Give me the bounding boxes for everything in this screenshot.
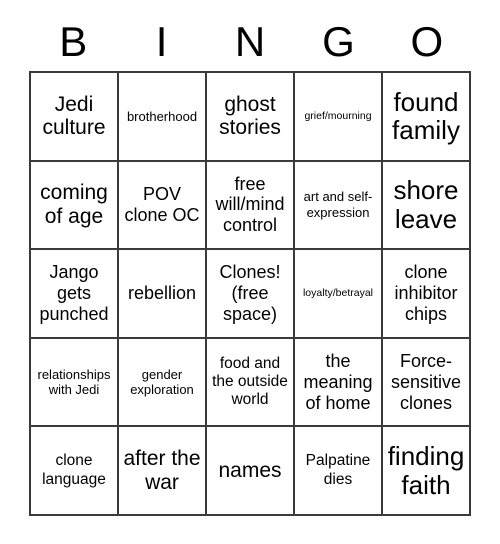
bingo-cell[interactable]: the meaning of home bbox=[295, 338, 383, 428]
bingo-cell-label: shore leave bbox=[393, 175, 459, 234]
bingo-cell[interactable]: art and self-expression bbox=[295, 161, 383, 251]
bingo-header-letter-i: I bbox=[155, 17, 168, 65]
bingo-cell-label: relationships with Jedi bbox=[37, 366, 111, 398]
bingo-cell-label: grief/mourning bbox=[304, 110, 372, 123]
bingo-cell-label: clone language bbox=[42, 452, 106, 488]
bingo-cell[interactable]: gender exploration bbox=[119, 338, 207, 428]
bingo-cell[interactable]: after the war bbox=[119, 427, 207, 516]
bingo-cell[interactable]: names bbox=[207, 427, 295, 516]
bingo-cell[interactable]: ghost stories bbox=[207, 73, 295, 162]
bingo-cell-label: Jedi culture bbox=[42, 92, 106, 140]
bingo-grid: Jedi culture brotherhood ghost stories grie… bbox=[29, 71, 471, 516]
bingo-cell[interactable]: found family bbox=[383, 73, 471, 162]
bingo-cell-label: Jango gets punched bbox=[39, 262, 109, 324]
bingo-cell-label: ghost stories bbox=[219, 92, 281, 140]
bingo-cell-label: art and self-expression bbox=[303, 189, 373, 220]
bingo-cell-label: gender exploration bbox=[130, 366, 194, 398]
bingo-cell-label: Clones! (free space) bbox=[219, 262, 281, 324]
bingo-cell-label: after the war bbox=[123, 446, 201, 494]
bingo-cell-label: loyalty/betrayal bbox=[302, 287, 374, 300]
bingo-cell[interactable]: food and the outside world bbox=[207, 338, 295, 428]
bingo-cell-label: food and the outside world bbox=[212, 354, 288, 409]
bingo-cell[interactable]: Palpatine dies bbox=[295, 427, 383, 516]
bingo-cell[interactable]: coming of age bbox=[31, 161, 119, 251]
bingo-header-letter-n: N bbox=[234, 17, 266, 65]
bingo-cell-label: finding faith bbox=[387, 441, 465, 500]
bingo-cell-label: Palpatine dies bbox=[305, 452, 371, 488]
bingo-free-space-cell[interactable]: Clones! (free space) bbox=[207, 250, 295, 339]
bingo-header-row: B I N G O bbox=[29, 12, 471, 71]
bingo-cell[interactable]: grief/mourning bbox=[295, 73, 383, 162]
bingo-card: B I N G O Jedi culture brotherhood ghost s… bbox=[0, 0, 500, 544]
bingo-cell-label: Force-sensitive clones bbox=[390, 350, 462, 413]
bingo-cell-label: found family bbox=[392, 86, 460, 146]
bingo-cell-label: POV clone OC bbox=[124, 184, 200, 225]
bingo-header-letter-b: B bbox=[59, 17, 88, 65]
bingo-cell-label: free will/mind control bbox=[215, 173, 285, 236]
bingo-cell[interactable]: shore leave bbox=[383, 161, 471, 251]
bingo-header-letter-o: O bbox=[410, 17, 444, 65]
bingo-cell-label: clone inhibitor chips bbox=[394, 262, 458, 324]
bingo-cell[interactable]: free will/mind control bbox=[207, 161, 295, 251]
bingo-cell[interactable]: clone language bbox=[31, 427, 119, 516]
bingo-cell[interactable]: Jango gets punched bbox=[31, 250, 119, 339]
bingo-cell[interactable]: rebellion bbox=[119, 250, 207, 339]
bingo-cell-label: rebellion bbox=[127, 283, 197, 304]
bingo-cell-label: the meaning of home bbox=[303, 350, 373, 413]
bingo-cell[interactable]: finding faith bbox=[383, 427, 471, 516]
bingo-cell[interactable]: POV clone OC bbox=[119, 161, 207, 251]
bingo-header-letter-g: G bbox=[322, 17, 355, 65]
bingo-cell[interactable]: Force-sensitive clones bbox=[383, 338, 471, 428]
bingo-cell[interactable]: brotherhood bbox=[119, 73, 207, 162]
bingo-cell[interactable]: loyalty/betrayal bbox=[295, 250, 383, 339]
bingo-cell-label: names bbox=[218, 458, 282, 482]
bingo-cell-label: coming of age bbox=[40, 181, 108, 228]
bingo-cell[interactable]: clone inhibitor chips bbox=[383, 250, 471, 339]
bingo-cell[interactable]: Jedi culture bbox=[31, 73, 119, 162]
bingo-cell-label: brotherhood bbox=[126, 108, 198, 124]
bingo-cell[interactable]: relationships with Jedi bbox=[31, 338, 119, 428]
